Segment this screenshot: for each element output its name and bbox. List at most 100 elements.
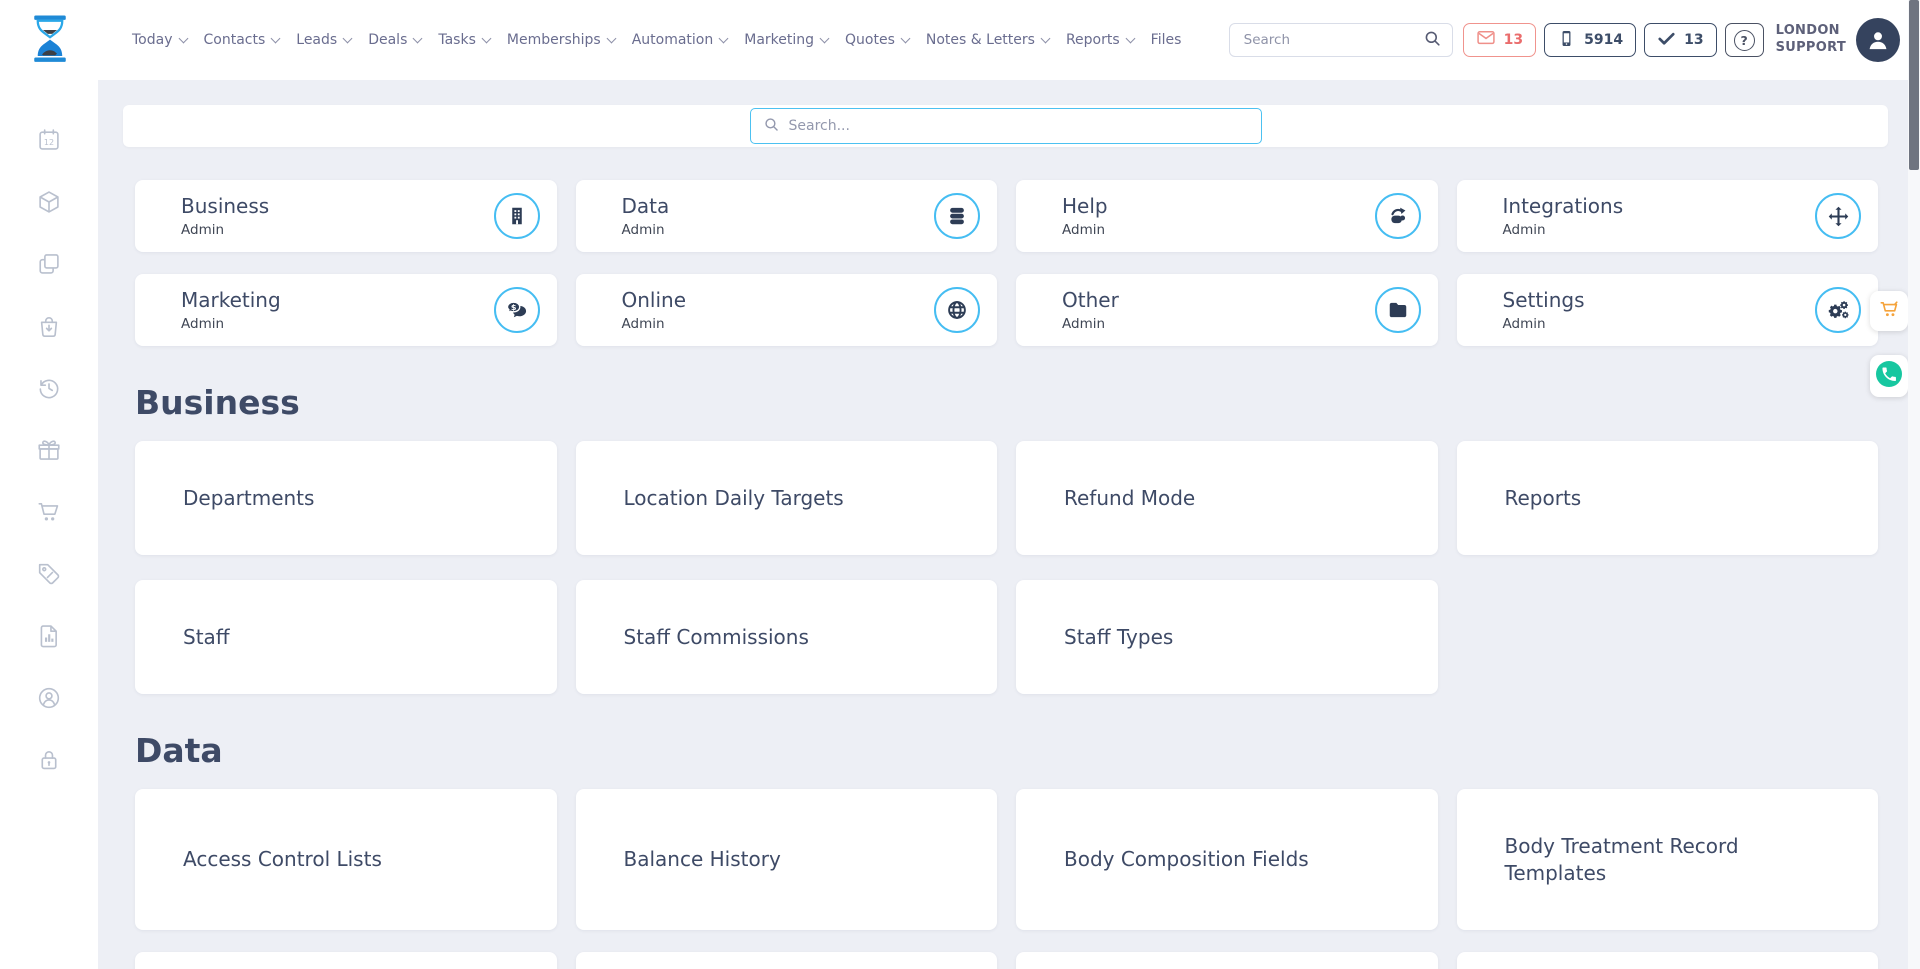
page-search-bar (123, 105, 1888, 147)
nav-label: Leads (296, 32, 337, 48)
admin-card-online[interactable]: Online Admin (576, 274, 998, 346)
search-icon (763, 116, 780, 137)
card-title: Help (1062, 194, 1375, 218)
help-badge[interactable]: ? (1725, 23, 1764, 57)
scrollbar-thumb[interactable] (1909, 0, 1919, 170)
page-scrollbar[interactable] (1908, 0, 1920, 969)
shopping-cart-icon (1878, 298, 1901, 325)
list-item-staff-commissions[interactable]: Staff Commissions (576, 580, 998, 694)
list-item-staff[interactable]: Staff (135, 580, 557, 694)
chevron-down-icon (719, 33, 729, 43)
admin-card-settings[interactable]: Settings Admin (1457, 274, 1879, 346)
nav-reports[interactable]: Reports (1066, 32, 1134, 48)
card-title: Other (1062, 288, 1375, 312)
nav-today[interactable]: Today (132, 32, 187, 48)
main-nav: Today Contacts Leads Deals Tasks Members… (132, 32, 1181, 48)
nav-notes-letters[interactable]: Notes & Letters (926, 32, 1049, 48)
page-search-input[interactable] (789, 118, 1249, 134)
tag-icon[interactable] (36, 561, 62, 587)
mobile-phone-icon (1557, 29, 1576, 52)
list-item-departments[interactable]: Departments (135, 441, 557, 555)
admin-card-marketing[interactable]: Marketing Admin $ (135, 274, 557, 346)
bag-icon[interactable] (36, 313, 62, 339)
question-icon: ? (1734, 30, 1755, 51)
list-item-body-treatment-record-templates[interactable]: Body Treatment Record Templates (1457, 789, 1879, 930)
report-icon[interactable] (36, 623, 62, 649)
calendar-icon[interactable]: 12 (36, 127, 62, 153)
list-item[interactable] (576, 952, 998, 969)
left-sidebar: 12 (0, 80, 98, 969)
nav-quotes[interactable]: Quotes (845, 32, 909, 48)
list-item[interactable] (1016, 952, 1438, 969)
chevron-down-icon (820, 33, 830, 43)
nav-memberships[interactable]: Memberships (507, 32, 615, 48)
nav-deals[interactable]: Deals (368, 32, 421, 48)
history-icon[interactable] (36, 375, 62, 401)
copy-icon[interactable] (36, 251, 62, 277)
gift-icon[interactable] (36, 437, 62, 463)
check-icon (1657, 29, 1676, 52)
lock-icon[interactable] (36, 747, 62, 773)
admin-card-other[interactable]: Other Admin (1016, 274, 1438, 346)
list-item-access-control-lists[interactable]: Access Control Lists (135, 789, 557, 930)
nav-files[interactable]: Files (1151, 32, 1182, 48)
avatar[interactable] (1856, 18, 1900, 62)
data-cards-grid: Access Control Lists Balance History Bod… (135, 789, 1878, 969)
tasks-badge[interactable]: 13 (1644, 23, 1716, 57)
global-search-input[interactable] (1244, 32, 1423, 48)
header-badges: 13 5914 13 ? (1463, 23, 1764, 57)
chevron-down-icon (606, 33, 616, 43)
phone-icon (1875, 360, 1903, 392)
nav-label: Today (132, 32, 173, 48)
card-subtitle: Admin (181, 316, 494, 332)
card-subtitle: Admin (1062, 316, 1375, 332)
user-name: LONDON SUPPORT (1776, 23, 1846, 57)
nav-label: Memberships (507, 32, 601, 48)
chevron-down-icon (1041, 33, 1051, 43)
list-item-staff-types[interactable]: Staff Types (1016, 580, 1438, 694)
list-item-reports[interactable]: Reports (1457, 441, 1879, 555)
list-item-label: Staff Types (1064, 624, 1173, 651)
nav-tasks[interactable]: Tasks (438, 32, 490, 48)
admin-card-data[interactable]: Data Admin (576, 180, 998, 252)
admin-card-integrations[interactable]: Integrations Admin (1457, 180, 1879, 252)
list-item-balance-history[interactable]: Balance History (576, 789, 998, 930)
app-logo-hourglass-icon[interactable] (29, 14, 71, 66)
account-icon[interactable] (36, 685, 62, 711)
list-item-label: Departments (183, 485, 314, 512)
search-icon[interactable] (1423, 29, 1442, 52)
call-float-button[interactable] (1870, 355, 1908, 397)
nav-label: Marketing (744, 32, 814, 48)
hand-arrow-icon (1375, 193, 1421, 239)
admin-cards-grid: Business Admin Data Admin (135, 180, 1878, 346)
chevron-down-icon (900, 33, 910, 43)
list-item-label: Reports (1505, 485, 1582, 512)
phone-badge[interactable]: 5914 (1544, 23, 1636, 57)
list-item-label: Location Daily Targets (624, 485, 844, 512)
list-item-body-composition-fields[interactable]: Body Composition Fields (1016, 789, 1438, 930)
admin-card-help[interactable]: Help Admin (1016, 180, 1438, 252)
list-item[interactable] (1457, 952, 1879, 969)
chevron-down-icon (1125, 33, 1135, 43)
list-item-location-daily-targets[interactable]: Location Daily Targets (576, 441, 998, 555)
building-icon (494, 193, 540, 239)
list-item-refund-mode[interactable]: Refund Mode (1016, 441, 1438, 555)
database-icon (934, 193, 980, 239)
user-menu[interactable]: LONDON SUPPORT (1776, 18, 1900, 62)
cart-icon[interactable] (36, 499, 62, 525)
list-item[interactable] (135, 952, 557, 969)
products-icon[interactable] (36, 189, 62, 215)
nav-contacts[interactable]: Contacts (204, 32, 280, 48)
nav-label: Notes & Letters (926, 32, 1035, 48)
global-search (1229, 23, 1453, 57)
admin-card-business[interactable]: Business Admin (135, 180, 557, 252)
nav-marketing[interactable]: Marketing (744, 32, 828, 48)
mail-badge[interactable]: 13 (1463, 23, 1536, 57)
nav-label: Contacts (204, 32, 266, 48)
cart-float-button[interactable] (1870, 291, 1908, 331)
list-item-label: Staff (183, 624, 230, 651)
list-item-label: Access Control Lists (183, 846, 382, 873)
card-subtitle: Admin (622, 316, 935, 332)
nav-leads[interactable]: Leads (296, 32, 351, 48)
nav-automation[interactable]: Automation (632, 32, 728, 48)
